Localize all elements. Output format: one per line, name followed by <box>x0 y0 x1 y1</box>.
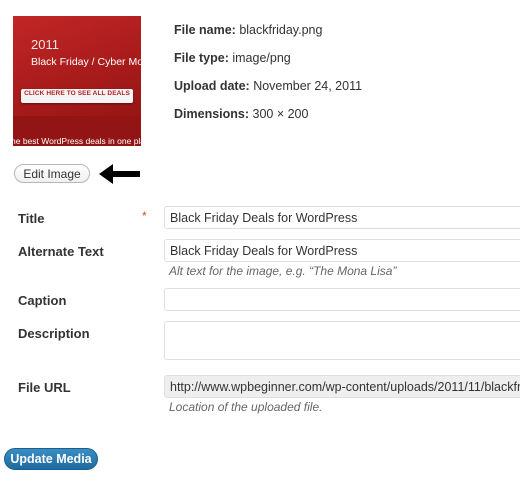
thumbnail-cta-text: CLICK HERE TO SEE ALL DEALS <box>24 90 130 97</box>
caption-input[interactable] <box>164 288 520 311</box>
file-url-input[interactable]: http://www.wpbeginner.com/wp-content/upl… <box>164 375 520 398</box>
edit-image-button[interactable]: Edit Image <box>14 164 90 183</box>
thumbnail-cta-button: CLICK HERE TO SEE ALL DEALS <box>21 89 133 103</box>
thumbnail-year: 2011 <box>31 37 59 52</box>
alt-text-input[interactable]: Black Friday Deals for WordPress <box>164 239 520 262</box>
update-media-button[interactable]: Update Media <box>4 448 98 470</box>
required-marker: * <box>142 209 147 223</box>
file-type-value: image/png <box>232 51 291 65</box>
file-name-label: File name: <box>174 23 236 37</box>
upload-date-value: November 24, 2011 <box>253 79 363 93</box>
dimensions-label: Dimensions: <box>174 107 250 121</box>
dimensions-value: 300 × 200 <box>252 107 309 121</box>
arrow-left-icon <box>99 164 140 184</box>
title-input[interactable]: Black Friday Deals for WordPress <box>164 206 520 229</box>
file-type-row: File type: image/png <box>174 51 291 65</box>
file-url-help: Location of the uploaded file. <box>169 400 323 414</box>
image-thumbnail: 2011 Black Friday / Cyber Mon CLICK HERE… <box>13 16 141 146</box>
caption-label: Caption <box>18 293 67 308</box>
upload-date-row: Upload date: November 24, 2011 <box>174 79 362 93</box>
upload-date-label: Upload date: <box>174 79 250 93</box>
thumbnail-headline: Black Friday / Cyber Mon <box>31 56 141 68</box>
alt-text-help: Alt text for the image, e.g. “The Mona L… <box>169 264 397 278</box>
file-type-label: File type: <box>174 51 229 65</box>
file-name-row: File name: blackfriday.png <box>174 23 322 37</box>
dimensions-row: Dimensions: 300 × 200 <box>174 107 308 121</box>
file-url-label: File URL <box>18 380 71 395</box>
title-label: Title <box>18 211 45 226</box>
alt-text-label: Alternate Text <box>18 244 104 259</box>
description-label: Description <box>18 326 90 341</box>
thumbnail-footer-text: he best WordPress deals in one plac <box>13 136 141 146</box>
file-name-value: blackfriday.png <box>239 23 323 37</box>
description-textarea[interactable] <box>164 321 520 360</box>
